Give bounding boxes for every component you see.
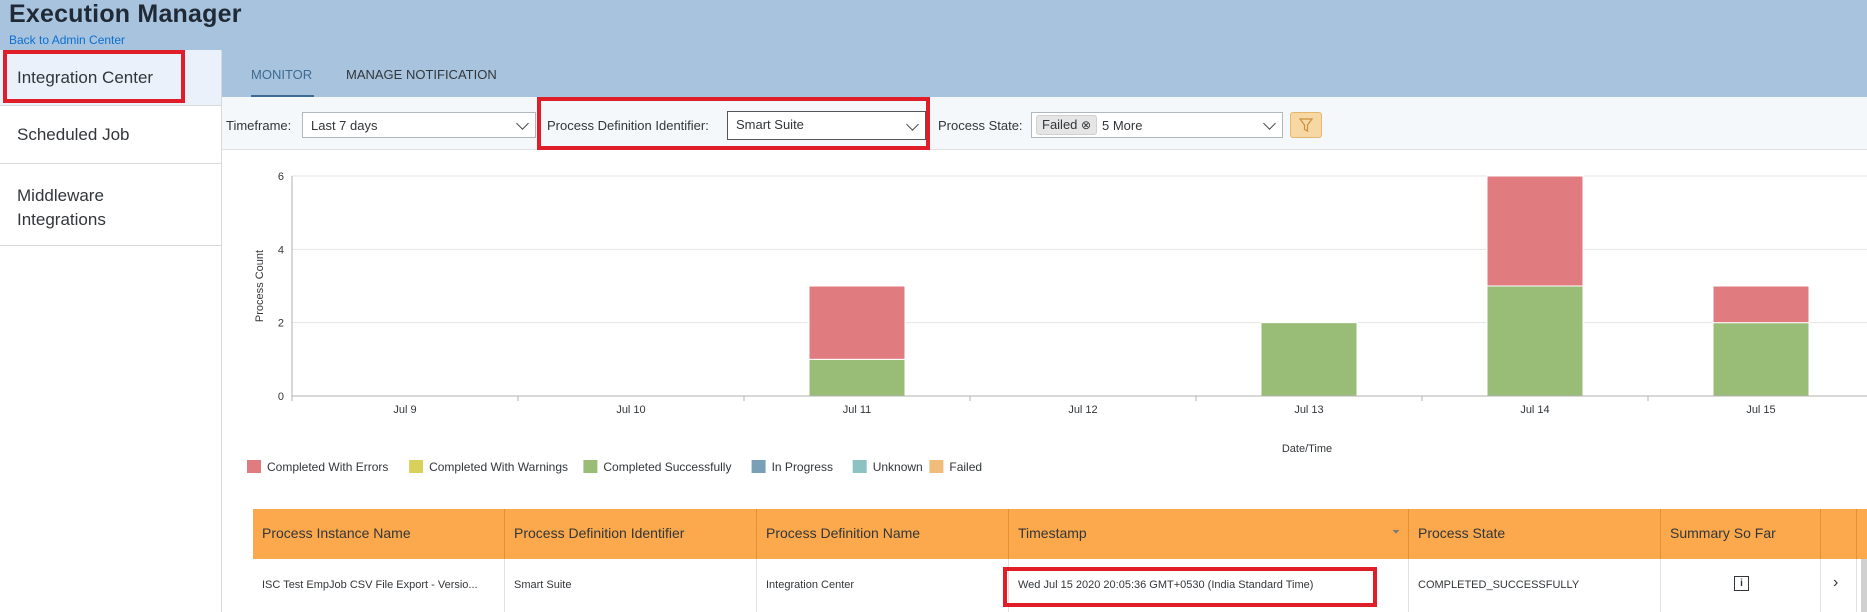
chart-gridlines	[292, 175, 1867, 397]
app-header	[0, 0, 1867, 50]
bar-segment-completed-successfully[interactable]	[1486, 285, 1584, 397]
column-header[interactable]: Process Definition Identifier	[505, 509, 757, 559]
x-tick-label: Jul 14	[1520, 404, 1549, 416]
sidebar-item-scheduled-job[interactable]: Scheduled Job	[0, 106, 221, 164]
legend-swatch	[583, 460, 598, 473]
column-header-nav	[1821, 509, 1857, 559]
column-header[interactable]: Process State	[1409, 509, 1661, 559]
table-cell: ISC Test EmpJob CSV File Export - Versio…	[253, 559, 505, 612]
column-header[interactable]: Process Instance Name	[253, 509, 505, 559]
legend-label[interactable]: Completed Successfully	[603, 460, 731, 474]
chart-axes: 0 2 4 6 Jul 9 Jul 10 Jul 11 Jul 12 Jul 13 Jul 14 J…	[278, 171, 1867, 416]
legend-label[interactable]: Completed With Errors	[267, 460, 388, 474]
bar-segment-completed-with-errors[interactable]	[808, 285, 906, 360]
y-axis-title: Process Count	[254, 250, 266, 322]
x-tick-label: Jul 13	[1294, 404, 1323, 416]
sidebar-item-label: Scheduled Job	[17, 124, 130, 144]
table-scrollbar[interactable]	[1857, 559, 1867, 612]
table-cell: Smart Suite	[505, 559, 757, 612]
x-tick-label: Jul 12	[1068, 404, 1097, 416]
bar-segment-completed-with-errors[interactable]	[1712, 285, 1810, 324]
table-cell: i	[1661, 559, 1821, 612]
bar-segment-completed-successfully[interactable]	[1260, 322, 1358, 397]
timeframe-select[interactable]: Last 7 days	[302, 112, 536, 138]
sidebar: Integration Center Scheduled Job Middlew…	[0, 50, 222, 612]
x-tick-label: Jul 11	[843, 404, 872, 416]
legend-label[interactable]: Failed	[949, 460, 982, 474]
tab-manage-notification[interactable]: MANAGE NOTIFICATION	[346, 67, 497, 82]
process-definition-identifier-value: Smart Suite	[736, 117, 804, 132]
column-header-scroll	[1857, 509, 1867, 559]
chevron-down-icon	[1263, 117, 1276, 130]
tab-monitor[interactable]: MONITOR	[251, 67, 312, 82]
row-navigation-chevron-right-icon[interactable]: ›	[1821, 559, 1857, 612]
timeframe-label: Timeframe:	[226, 118, 292, 133]
process-state-more-count: 5 More	[1102, 118, 1143, 133]
bar-segment-completed-successfully[interactable]	[1712, 322, 1810, 397]
column-header[interactable]: Summary So Far	[1661, 509, 1821, 559]
x-tick-label: Jul 15	[1746, 404, 1775, 416]
y-tick-label: 2	[278, 318, 284, 330]
sidebar-item-integration-center[interactable]: Integration Center	[0, 50, 221, 106]
x-tick-label: Jul 10	[616, 404, 645, 416]
legend-swatch	[929, 460, 944, 473]
x-axis-title: Date/Time	[1282, 443, 1332, 455]
chart-legend: Completed With Errors Completed With Warn…	[247, 460, 982, 474]
table-cell: Integration Center	[757, 559, 1009, 612]
scrollbar-thumb[interactable]	[1861, 559, 1867, 612]
bar-segment-completed-with-errors[interactable]	[1486, 175, 1584, 287]
legend-swatch	[751, 460, 766, 473]
process-state-token[interactable]: Failed ⊗	[1036, 115, 1098, 135]
close-circle-icon[interactable]: ⊗	[1081, 118, 1091, 132]
bar-segment-completed-successfully[interactable]	[808, 358, 906, 397]
sidebar-item-middleware-integrations[interactable]: Middleware Integrations	[0, 164, 221, 246]
chevron-down-icon	[906, 118, 919, 131]
sort-filter-icon[interactable]: ⏷	[1392, 527, 1400, 538]
legend-label[interactable]: In Progress	[772, 460, 833, 474]
sidebar-item-label: Middleware Integrations	[17, 186, 106, 229]
chevron-down-icon	[516, 117, 529, 130]
chart-bars	[808, 175, 1810, 397]
info-icon[interactable]: i	[1734, 576, 1749, 591]
y-tick-label: 4	[278, 244, 284, 256]
column-header[interactable]: Process Definition Name	[757, 509, 1009, 559]
filter-button[interactable]	[1290, 112, 1322, 138]
process-state-label: Process State:	[938, 118, 1023, 133]
legend-swatch	[409, 460, 424, 473]
column-header[interactable]: Timestamp ⏷	[1009, 509, 1409, 559]
token-label: Failed	[1042, 117, 1078, 132]
table-cell: COMPLETED_SUCCESSFULLY	[1409, 559, 1661, 612]
process-definition-identifier-select[interactable]: Smart Suite	[727, 111, 926, 140]
legend-swatch	[852, 460, 867, 473]
legend-label[interactable]: Completed With Warnings	[429, 460, 568, 474]
timeframe-value: Last 7 days	[311, 118, 378, 133]
sidebar-item-label: Integration Center	[17, 67, 154, 87]
process-count-chart: 0 2 4 6 Jul 9 Jul 10 Jul 11 Jul 12 Jul 13 Jul 14 J…	[247, 171, 1867, 474]
process-definition-identifier-label: Process Definition Identifier:	[547, 118, 709, 133]
y-tick-label: 0	[278, 391, 284, 403]
table-cell: Wed Jul 15 2020 20:05:36 GMT+0530 (India…	[1009, 559, 1409, 612]
y-tick-label: 6	[278, 171, 284, 183]
legend-swatch	[247, 460, 261, 473]
legend-label[interactable]: Unknown	[873, 460, 923, 474]
page-title: Execution Manager	[9, 0, 242, 28]
filter-icon	[1298, 118, 1314, 132]
back-to-admin-center-link[interactable]: Back to Admin Center	[9, 33, 125, 47]
x-tick-label: Jul 9	[393, 404, 416, 416]
